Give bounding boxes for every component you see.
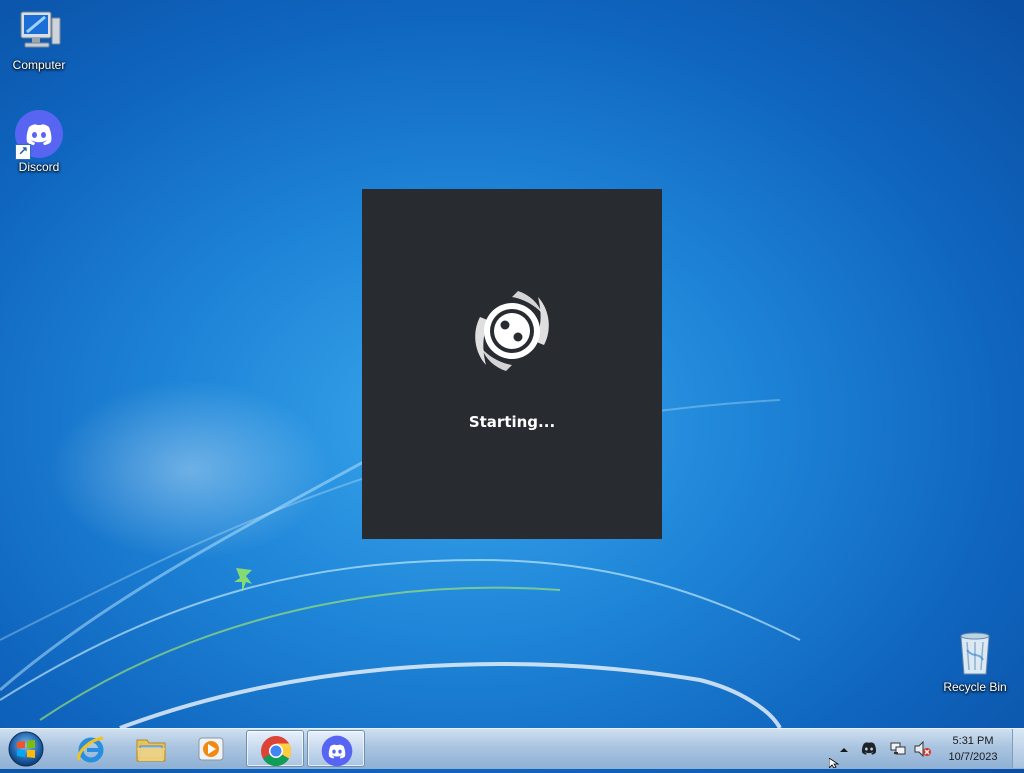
discord-taskbar-icon <box>321 735 353 767</box>
discord-tray-icon <box>861 742 877 755</box>
folder-icon <box>136 739 166 762</box>
taskbar-media-player[interactable] <box>182 730 240 767</box>
network-icon <box>890 742 906 755</box>
internet-explorer-icon <box>77 736 104 763</box>
tray-network[interactable] <box>889 741 907 757</box>
splash-status-text: Starting... <box>468 413 556 431</box>
chevron-up-icon <box>840 748 848 752</box>
show-desktop-button[interactable] <box>1012 729 1024 768</box>
desktop-icon-label: Computer <box>12 58 66 72</box>
discord-icon: ↗ <box>15 110 63 160</box>
taskbar-windows-explorer[interactable] <box>122 730 180 767</box>
clock-date: 10/7/2023 <box>948 751 998 763</box>
mouse-cursor-icon <box>829 758 840 768</box>
chrome-icon <box>261 736 292 767</box>
desktop-icon-discord[interactable]: ↗ Discord <box>1 110 77 174</box>
volume-muted-icon <box>914 740 931 758</box>
tray-discord[interactable] <box>860 741 878 757</box>
start-button[interactable] <box>4 730 48 768</box>
desktop-icon-label: Discord <box>18 160 60 174</box>
show-hidden-icons-button[interactable] <box>838 743 850 759</box>
windows-orb-icon <box>8 731 44 767</box>
taskbar-internet-explorer[interactable] <box>62 730 120 767</box>
taskbar <box>0 728 1024 769</box>
taskbar-discord[interactable] <box>307 730 365 767</box>
desktop-icon-label: Recycle Bin <box>943 680 1007 694</box>
media-player-icon <box>198 737 224 761</box>
discord-splash-window: Starting... <box>362 189 662 539</box>
tray-volume-muted[interactable] <box>914 740 932 758</box>
shortcut-arrow-icon: ↗ <box>15 144 31 160</box>
clock-time: 5:31 PM <box>952 735 994 747</box>
recycle-bin-icon <box>951 630 999 678</box>
desktop-icon-computer[interactable]: Computer <box>1 8 77 72</box>
computer-icon <box>15 8 63 56</box>
taskbar-clock[interactable]: 5:31 PM 10/7/2023 <box>936 733 1010 765</box>
taskbar-chrome[interactable] <box>246 730 304 767</box>
discord-loading-logo-icon <box>462 287 562 375</box>
desktop-icon-recycle-bin[interactable]: Recycle Bin <box>937 630 1013 694</box>
